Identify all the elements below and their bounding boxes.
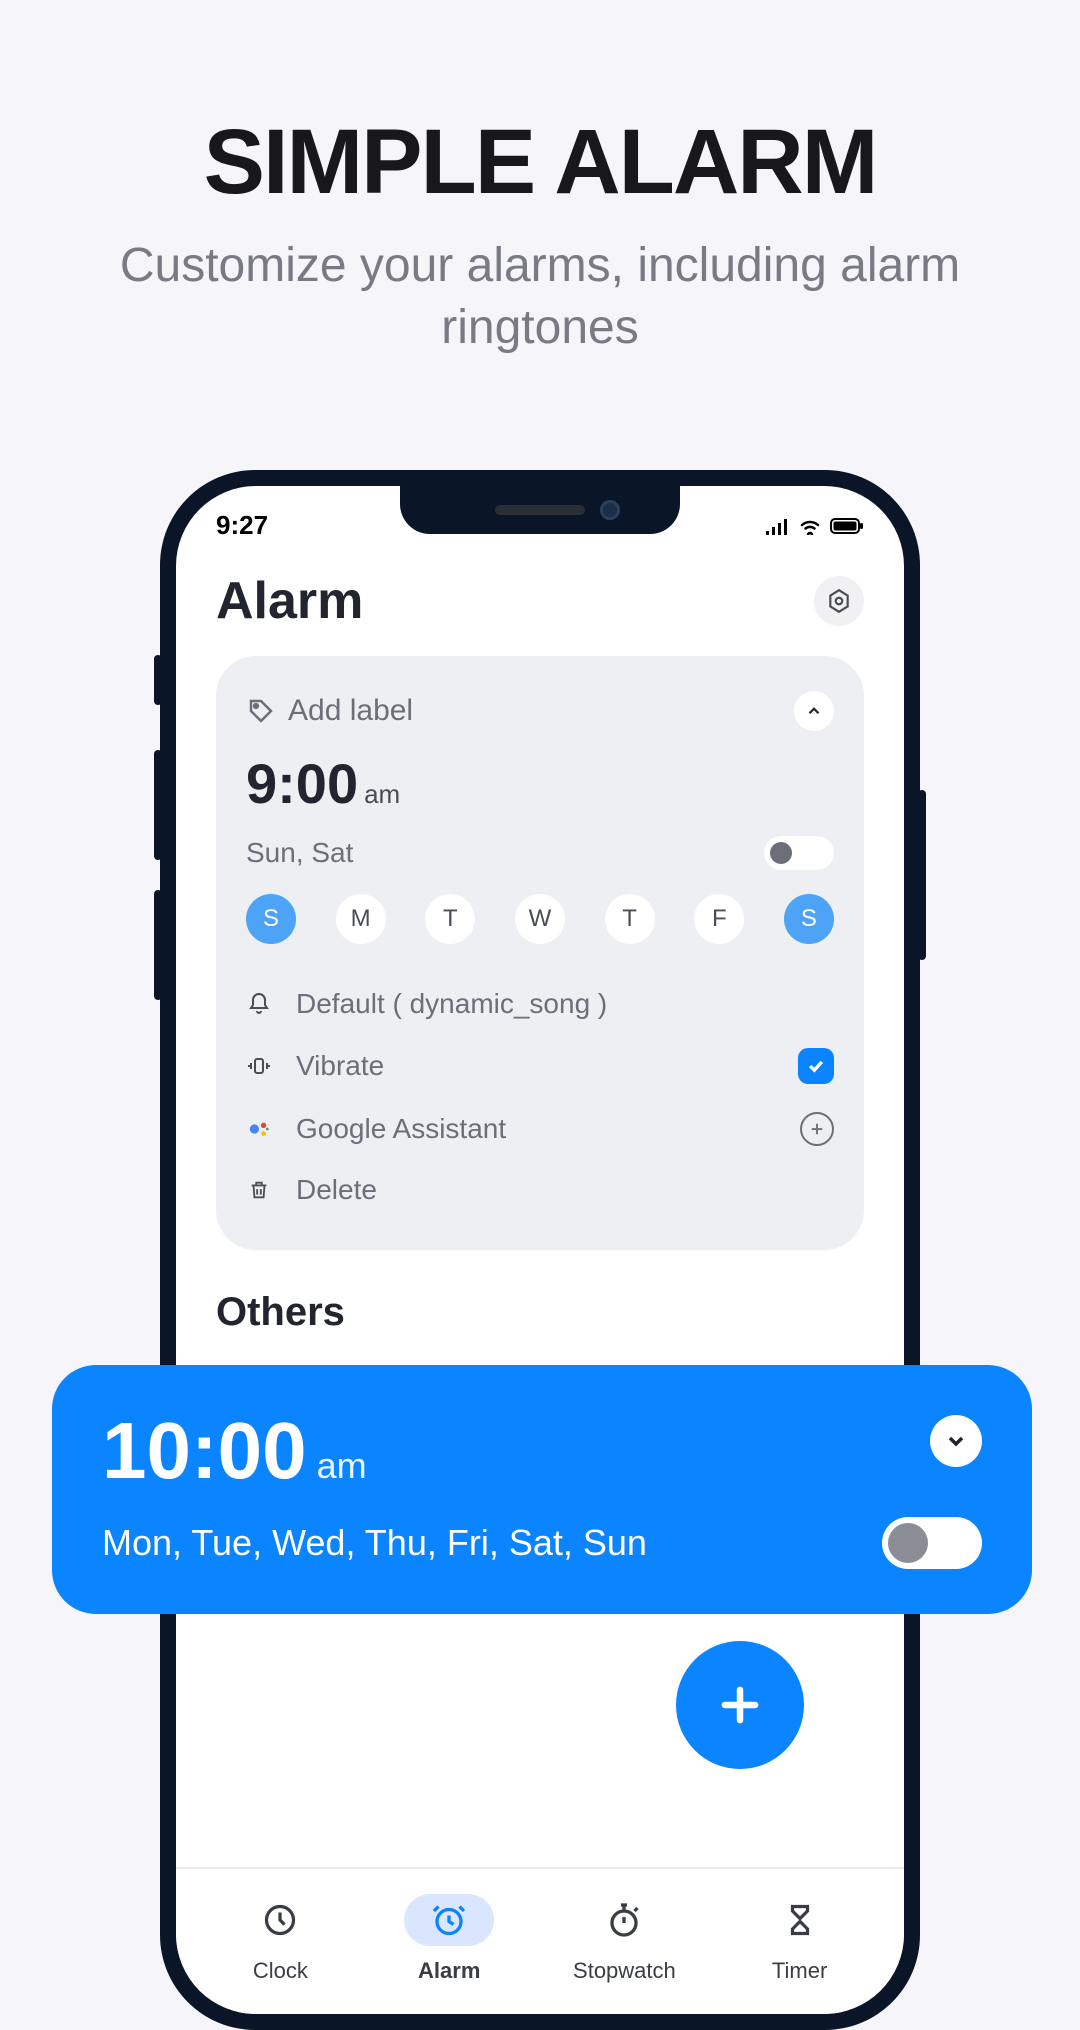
clock-icon <box>262 1902 298 1938</box>
add-alarm-fab[interactable] <box>676 1641 804 1769</box>
add-label-button[interactable]: Add label <box>246 694 413 728</box>
ringtone-label: Default ( dynamic_song ) <box>296 988 607 1020</box>
alarm-enable-toggle[interactable] <box>764 836 834 870</box>
alarm-card-collapsed[interactable]: 10:00 am Mon, Tue, Wed, Thu, Fri, Sat, S… <box>52 1365 1032 1614</box>
day-toggle-wed[interactable]: W <box>515 894 565 944</box>
others-heading: Others <box>176 1250 904 1355</box>
days-summary: Sun, Sat <box>246 837 353 869</box>
vibrate-row[interactable]: Vibrate <box>246 1034 834 1098</box>
marketing-subtitle: Customize your alarms, including alarm r… <box>0 235 1080 360</box>
nav-timer-label: Timer <box>772 1958 827 1984</box>
marketing-title: SIMPLE ALARM <box>0 0 1080 215</box>
delete-row[interactable]: Delete <box>246 1160 834 1220</box>
blue-days-summary: Mon, Tue, Wed, Thu, Fri, Sat, Sun <box>102 1522 647 1564</box>
day-toggle-mon[interactable]: M <box>336 894 386 944</box>
nav-clock-label: Clock <box>253 1958 308 1984</box>
alarm-time: 9:00 <box>246 751 358 816</box>
alarm-icon <box>431 1902 467 1938</box>
trash-icon <box>246 1179 272 1201</box>
day-toggle-tue[interactable]: T <box>425 894 475 944</box>
hourglass-icon <box>782 1902 818 1938</box>
chevron-down-icon <box>944 1429 968 1453</box>
nav-alarm[interactable]: Alarm <box>404 1894 494 1984</box>
day-toggle-fri[interactable]: F <box>694 894 744 944</box>
plus-icon <box>808 1120 826 1138</box>
nav-timer[interactable]: Timer <box>755 1894 845 1984</box>
google-assistant-icon <box>246 1118 272 1140</box>
blue-enable-toggle[interactable] <box>882 1517 982 1569</box>
day-selector: S M T W T F S <box>246 894 834 944</box>
alarm-card-expanded: Add label 9:00 am Sun, Sat S M T W T <box>216 656 864 1250</box>
stopwatch-icon <box>606 1902 642 1938</box>
phone-screen: 9:27 Alarm Add label <box>176 486 904 2014</box>
bell-icon <box>246 992 272 1016</box>
day-toggle-sun[interactable]: S <box>246 894 296 944</box>
status-time: 9:27 <box>216 510 268 541</box>
add-label-text: Add label <box>288 694 413 728</box>
alarm-time-button[interactable]: 9:00 am <box>246 751 834 816</box>
nav-stopwatch-label: Stopwatch <box>573 1958 676 1984</box>
signal-icon <box>764 517 790 535</box>
day-toggle-sat[interactable]: S <box>784 894 834 944</box>
check-icon <box>806 1056 826 1076</box>
collapse-button[interactable] <box>794 691 834 731</box>
assistant-row[interactable]: Google Assistant <box>246 1098 834 1160</box>
status-icons <box>764 510 864 541</box>
vibrate-icon <box>246 1054 272 1078</box>
phone-frame: 9:27 Alarm Add label <box>160 470 920 2030</box>
day-toggle-thu[interactable]: T <box>605 894 655 944</box>
tag-icon <box>246 696 276 726</box>
blue-alarm-time: 10:00 <box>102 1405 307 1497</box>
delete-label: Delete <box>296 1174 377 1206</box>
ringtone-row[interactable]: Default ( dynamic_song ) <box>246 974 834 1034</box>
wifi-icon <box>798 517 822 535</box>
battery-icon <box>830 517 864 535</box>
blue-alarm-ampm: am <box>317 1445 367 1487</box>
vibrate-checkbox[interactable] <box>798 1048 834 1084</box>
settings-button[interactable] <box>814 576 864 626</box>
page-title: Alarm <box>216 571 363 631</box>
chevron-up-icon <box>805 702 823 720</box>
vibrate-label: Vibrate <box>296 1050 384 1082</box>
assistant-label: Google Assistant <box>296 1113 506 1145</box>
assistant-add-button[interactable] <box>800 1112 834 1146</box>
nav-alarm-label: Alarm <box>418 1958 480 1984</box>
expand-button[interactable] <box>930 1415 982 1467</box>
gear-icon <box>826 588 852 614</box>
nav-stopwatch[interactable]: Stopwatch <box>573 1894 676 1984</box>
bottom-nav: Clock Alarm Stopwatch Timer <box>176 1867 904 2014</box>
phone-notch <box>400 486 680 534</box>
alarm-ampm: am <box>364 779 400 810</box>
plus-icon <box>714 1679 766 1731</box>
nav-clock[interactable]: Clock <box>235 1894 325 1984</box>
